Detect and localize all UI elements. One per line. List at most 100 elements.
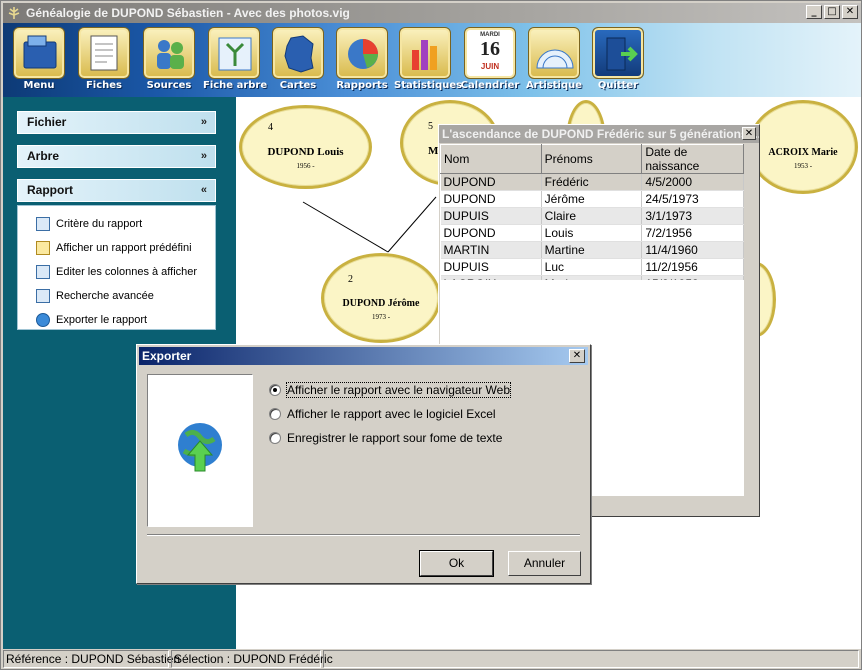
exit-door-icon xyxy=(592,27,644,79)
toolbar-fiche-arbre-button[interactable]: Fiche arbre xyxy=(203,27,267,95)
document-icon xyxy=(78,27,130,79)
globe-upload-icon xyxy=(178,423,222,472)
export-dialog-title: Exporter xyxy=(142,349,192,363)
radio-excel-label[interactable]: Afficher le rapport avec le logiciel Exc… xyxy=(287,407,496,421)
chevron-up-icon[interactable]: « xyxy=(201,180,207,201)
calendar-icon: MARDI 16 JUIN xyxy=(464,27,516,79)
fan-chart-icon xyxy=(528,27,580,79)
column-header-date-naissance[interactable]: Date de naissance xyxy=(641,144,744,174)
toolbar-cartes-button[interactable]: Cartes xyxy=(267,27,329,95)
export-dialog-title-bar[interactable]: Exporter ✕ xyxy=(139,347,588,365)
rapport-item-critere[interactable]: Critère du rapport xyxy=(18,214,142,234)
table-cell: DUPOND xyxy=(440,190,542,208)
radio-text-label[interactable]: Enregistrer le rapport sour fome de text… xyxy=(287,431,502,445)
window-title: Généalogie de DUPOND Sébastien - Avec de… xyxy=(26,6,350,20)
toolbar-cartes-label: Cartes xyxy=(279,80,317,91)
rapport-item-label: Exporter le rapport xyxy=(56,314,148,326)
table-cell: Martine xyxy=(541,241,643,259)
title-bar[interactable]: Généalogie de DUPOND Sébastien - Avec de… xyxy=(3,3,861,23)
person-number: 5 xyxy=(428,121,433,132)
close-icon[interactable]: ✕ xyxy=(742,127,756,140)
toolbar-sources-button[interactable]: Sources xyxy=(138,27,200,95)
section-arbre-title: Arbre xyxy=(27,149,60,163)
section-fichier-title: Fichier xyxy=(27,115,67,129)
app-window: Généalogie de DUPOND Sébastien - Avec de… xyxy=(0,0,862,670)
table-row[interactable]: DUPOND Louis 7/2/1956 xyxy=(440,224,744,242)
table-cell: Claire xyxy=(541,207,643,225)
export-globe-icon xyxy=(36,313,50,327)
toolbar-quitter-label: Quitter xyxy=(597,80,639,91)
export-option-excel[interactable]: Afficher le rapport avec le logiciel Exc… xyxy=(269,406,496,422)
radio-web-label[interactable]: Afficher le rapport avec le navigateur W… xyxy=(285,382,512,398)
export-option-text[interactable]: Enregistrer le rapport sour fome de text… xyxy=(269,430,502,446)
rapport-item-predefini[interactable]: Afficher un rapport prédéfini xyxy=(18,238,192,258)
chevron-down-icon[interactable]: » xyxy=(201,112,207,133)
ancestry-window-title-bar[interactable]: L'ascendance de DUPOND Frédéric sur 5 gé… xyxy=(439,125,759,143)
folder-icon xyxy=(13,27,65,79)
toolbar-statistiques-button[interactable]: Statistiques xyxy=(394,27,462,95)
rapport-item-label: Editer les colonnes à afficher xyxy=(56,266,198,278)
table-row[interactable]: DUPOND Frédéric 4/5/2000 xyxy=(440,173,744,191)
rapport-item-label: Critère du rapport xyxy=(56,218,143,230)
radio-excel[interactable] xyxy=(269,408,281,420)
tree-card-icon xyxy=(208,27,260,79)
person-name: DUPOND Jérôme xyxy=(342,298,420,309)
minimize-button[interactable]: _ xyxy=(806,5,822,19)
table-cell: Jérôme xyxy=(541,190,643,208)
person-node-dupond-louis[interactable]: 4 DUPOND Louis 1956 - xyxy=(239,105,372,189)
column-header-prenoms[interactable]: Prénoms xyxy=(540,144,643,174)
rapport-task-list: Critère du rapport Afficher un rapport p… xyxy=(17,205,216,330)
ok-button[interactable]: Ok xyxy=(419,550,494,577)
table-cell: DUPOND xyxy=(440,173,542,191)
status-bar: Référence : DUPOND Sébastien Sélection :… xyxy=(3,649,861,669)
rapport-item-label: Afficher un rapport prédéfini xyxy=(56,242,192,254)
criteria-icon xyxy=(36,217,50,231)
toolbar-calendrier-label: Calendrier xyxy=(460,80,520,91)
rapport-item-recherche[interactable]: Recherche avancée xyxy=(18,286,154,306)
cancel-button[interactable]: Annuler xyxy=(508,551,581,576)
export-option-web[interactable]: Afficher le rapport avec le navigateur W… xyxy=(269,382,512,398)
export-illustration xyxy=(147,374,253,527)
table-cell: DUPUIS xyxy=(440,207,542,225)
close-button[interactable]: ✕ xyxy=(842,5,858,19)
table-cell: 4/5/2000 xyxy=(641,173,744,191)
column-header-nom[interactable]: Nom xyxy=(440,144,542,174)
rapport-item-exporter[interactable]: Exporter le rapport xyxy=(18,310,147,330)
table-row[interactable]: DUPUIS Claire 3/1/1973 xyxy=(440,207,744,225)
predefined-report-icon xyxy=(36,241,50,255)
bar-chart-icon xyxy=(399,27,451,79)
export-dialog[interactable]: Exporter ✕ Afficher le rapport avec le n… xyxy=(136,344,591,584)
toolbar-rapports-button[interactable]: Rapports xyxy=(331,27,393,95)
section-rapport-title: Rapport xyxy=(27,183,73,197)
section-rapport-header[interactable]: Rapport « xyxy=(17,179,216,202)
advanced-search-icon xyxy=(36,289,50,303)
person-node-dupond-jerome[interactable]: 2 DUPOND Jérôme 1973 - xyxy=(321,253,441,343)
toolbar-calendrier-button[interactable]: MARDI 16 JUIN Calendrier xyxy=(459,27,521,95)
table-cell: 24/5/1973 xyxy=(641,190,744,208)
rapport-item-colonnes[interactable]: Editer les colonnes à afficher xyxy=(18,262,197,282)
section-fichier-header[interactable]: Fichier » xyxy=(17,111,216,134)
table-cell: Luc xyxy=(541,258,643,276)
person-number: 2 xyxy=(348,274,353,285)
toolbar-fiches-button[interactable]: Fiches xyxy=(73,27,135,95)
table-row[interactable]: MARTIN Martine 11/4/1960 xyxy=(440,241,744,259)
chevron-down-icon[interactable]: » xyxy=(201,146,207,167)
person-number: 4 xyxy=(268,122,273,133)
radio-text[interactable] xyxy=(269,432,281,444)
radio-web[interactable] xyxy=(269,384,281,396)
table-cell: Frédéric xyxy=(541,173,643,191)
person-node-lacroix-marie[interactable]: ACROIX Marie 1953 - xyxy=(748,100,858,194)
status-selection: Sélection : DUPOND Frédéric xyxy=(171,650,333,668)
table-cell: 3/1/1973 xyxy=(641,207,744,225)
toolbar-artistique-button[interactable]: Artistique xyxy=(523,27,585,95)
people-icon xyxy=(143,27,195,79)
table-row[interactable]: DUPUIS Luc 11/2/1956 xyxy=(440,258,744,276)
ancestry-table[interactable]: Nom Prénoms Date de naissance DUPOND Fré… xyxy=(440,144,744,293)
maximize-button[interactable]: □ xyxy=(824,5,840,19)
toolbar-quitter-button[interactable]: Quitter xyxy=(587,27,649,95)
person-dates: 1956 - xyxy=(296,162,315,170)
toolbar-menu-button[interactable]: Menu xyxy=(8,27,70,95)
close-icon[interactable]: ✕ xyxy=(569,349,585,363)
table-row[interactable]: DUPOND Jérôme 24/5/1973 xyxy=(440,190,744,208)
section-arbre-header[interactable]: Arbre » xyxy=(17,145,216,168)
